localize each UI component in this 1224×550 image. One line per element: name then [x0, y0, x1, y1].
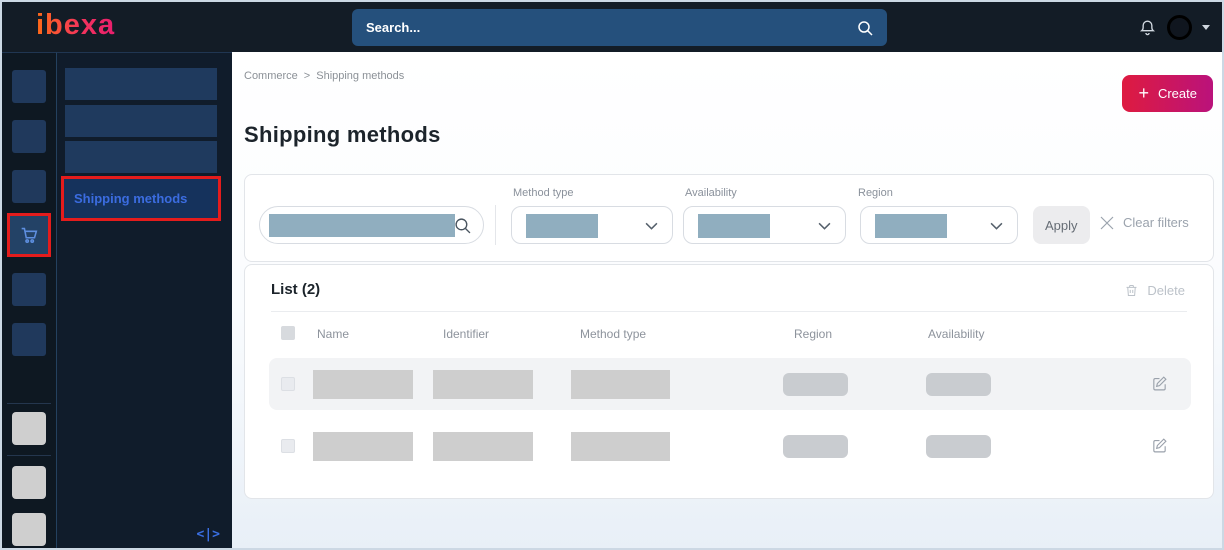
breadcrumb: Commerce > Shipping methods	[244, 70, 404, 82]
redacted-identifier-cell	[433, 370, 533, 399]
redacted-name-cell	[313, 370, 413, 399]
redacted-method-type-cell	[571, 432, 670, 461]
nav-rail-item-1[interactable]	[12, 70, 46, 103]
chevron-down-icon	[818, 222, 831, 230]
delete-button-label: Delete	[1147, 283, 1185, 298]
list-divider	[271, 311, 1187, 312]
column-header-availability: Availability	[928, 327, 985, 341]
shopping-cart-icon	[18, 224, 40, 246]
search-icon	[455, 218, 471, 234]
create-button[interactable]: + Create	[1122, 75, 1213, 112]
redacted-region-cell	[783, 435, 848, 458]
app-window: ibexa Search... Shipping methods <|> Com…	[0, 0, 1224, 550]
column-header-method-type: Method type	[580, 327, 647, 341]
redacted-availability-cell	[926, 435, 991, 458]
redacted-region-cell	[783, 373, 848, 396]
edit-icon[interactable]	[1151, 437, 1168, 454]
column-header-name: Name	[317, 327, 350, 341]
nav-rail-bottom-item-1[interactable]	[12, 412, 46, 445]
main-content: Commerce > Shipping methods + Create Shipp…	[232, 52, 1222, 548]
nav-rail-item-6[interactable]	[12, 323, 46, 356]
region-label: Region	[858, 187, 893, 199]
nav-rail-item-commerce-active[interactable]	[7, 213, 51, 257]
row-checkbox[interactable]	[281, 439, 295, 453]
nav-rail-item-2[interactable]	[12, 120, 46, 153]
filter-search-input[interactable]	[259, 206, 484, 244]
global-search-bar[interactable]: Search...	[352, 9, 887, 46]
redacted-identifier-cell	[433, 432, 533, 461]
plus-icon: +	[1138, 82, 1149, 103]
list-title: List (2)	[271, 281, 321, 298]
shipping-methods-list-panel: List (2) Delete Name Identifier Method t…	[244, 264, 1214, 499]
topbar: ibexa Search...	[2, 2, 1222, 52]
submenu-item-1[interactable]	[65, 68, 217, 100]
nav-rail-bottom-item-3[interactable]	[12, 513, 46, 546]
apply-button[interactable]: Apply	[1033, 206, 1090, 244]
redacted-select-value	[526, 214, 598, 238]
method-type-select[interactable]	[511, 206, 673, 244]
submenu-item-2[interactable]	[65, 105, 217, 137]
delete-button[interactable]: Delete	[1124, 283, 1185, 298]
topbar-actions	[1138, 2, 1210, 52]
column-header-identifier: Identifier	[443, 327, 490, 341]
redacted-name-cell	[313, 432, 413, 461]
chevron-down-icon	[645, 222, 658, 230]
trash-icon	[1126, 285, 1137, 296]
breadcrumb-commerce[interactable]: Commerce	[244, 70, 298, 82]
filter-divider	[495, 205, 496, 245]
nav-rail-item-5[interactable]	[12, 273, 46, 306]
redacted-method-type-cell	[571, 370, 670, 399]
bell-icon[interactable]	[1138, 18, 1157, 37]
submenu-item-3[interactable]	[65, 141, 217, 173]
x-icon	[1100, 216, 1114, 229]
chevron-down-icon	[990, 222, 1003, 230]
commerce-submenu: Shipping methods <|>	[57, 52, 232, 548]
caret-down-icon[interactable]	[1202, 24, 1210, 30]
nav-rail-bottom-item-2[interactable]	[12, 466, 46, 499]
method-type-label: Method type	[513, 187, 574, 199]
create-button-label: Create	[1157, 86, 1197, 101]
select-all-checkbox[interactable]	[281, 326, 295, 340]
search-icon	[857, 20, 873, 36]
availability-label: Availability	[685, 187, 737, 199]
clear-filters-button[interactable]: Clear filters	[1100, 215, 1189, 230]
avatar[interactable]	[1167, 14, 1192, 40]
edit-icon[interactable]	[1151, 375, 1168, 392]
redacted-availability-cell	[926, 373, 991, 396]
redacted-select-value	[698, 214, 770, 238]
filters-panel: Method type Availability Region Apply Cl…	[244, 174, 1214, 262]
region-select[interactable]	[860, 206, 1018, 244]
rail-divider	[7, 403, 51, 404]
main-nav-rail	[2, 52, 57, 548]
row-checkbox[interactable]	[281, 377, 295, 391]
submenu-item-label: Shipping methods	[74, 191, 188, 206]
table-row[interactable]	[269, 420, 1191, 472]
breadcrumb-current-page: Shipping methods	[316, 70, 405, 82]
global-search-placeholder: Search...	[366, 20, 421, 35]
redacted-search-value	[269, 214, 455, 237]
redacted-select-value	[875, 214, 947, 238]
nav-rail-item-3[interactable]	[12, 170, 46, 203]
clear-filters-label: Clear filters	[1123, 215, 1189, 230]
column-header-region: Region	[794, 327, 833, 341]
availability-select[interactable]	[683, 206, 846, 244]
ibexa-logo[interactable]: ibexa	[36, 9, 115, 42]
table-row[interactable]	[269, 358, 1191, 410]
panel-collapse-icon[interactable]: <|>	[197, 527, 220, 542]
breadcrumb-separator: >	[303, 70, 311, 82]
submenu-item-shipping-methods-active[interactable]: Shipping methods	[61, 176, 221, 221]
rail-divider	[7, 455, 51, 456]
page-title: Shipping methods	[244, 122, 441, 147]
